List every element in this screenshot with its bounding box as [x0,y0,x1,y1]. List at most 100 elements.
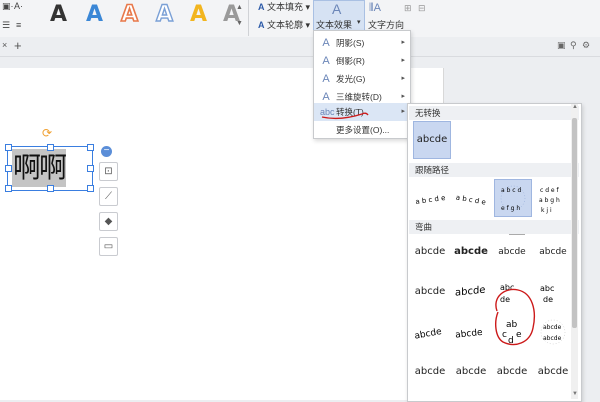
svg-text:e f g h: e f g h [501,205,520,212]
outline-pen-icon[interactable]: ▭ [99,237,118,256]
group-icon[interactable]: ⊟ [418,3,426,14]
svg-text:a b c d e: a b c d e [415,194,446,206]
warp-button-tile[interactable]: abcde abcde [535,314,571,350]
align-icon[interactable]: ⊞ [404,3,412,14]
resize-handle[interactable] [5,165,12,172]
svg-text:abc: abc [540,284,554,293]
document-tab-bar: × + ▣ ⚲ ⚙ [0,37,600,57]
collapse-tools-icon[interactable]: − [101,146,112,157]
submenu-arrow-icon: ▸ [401,57,405,64]
svg-text:de: de [500,295,510,304]
close-tab-icon[interactable]: × [2,40,7,50]
resize-handle[interactable] [5,185,12,192]
layout-option-icon[interactable]: ⊡ [99,162,118,181]
warp-plain-tile[interactable]: abcde [412,234,448,270]
transform-icon: abc [320,107,335,117]
menu-item-glow[interactable]: A 发光(G) ▸ [314,70,410,88]
menu-item-more-settings[interactable]: 更多设置(O)... [314,121,410,139]
transform-none-tile[interactable]: abcde [413,121,451,159]
text-fill-button[interactable]: A 文本填充 ▾ [258,0,310,13]
svg-text:de: de [543,295,553,304]
warp-ring-inside-tile[interactable]: abc de [494,274,530,310]
warp-chevron-down-tile[interactable]: abcde [453,274,489,310]
svg-text:abcde: abcde [455,328,484,341]
path-button-tile[interactable]: c d e f a b g h k j i [535,180,571,216]
style-scroll-down[interactable]: ▼ [236,20,243,27]
search-icon[interactable]: ⚲ [570,40,577,51]
resize-handle[interactable] [5,144,12,151]
ribbon-toolbar: ▣· A· ☰ ≡ A A A A A A ▲ ▼ A 文本填充 ▾ A 文本轮… [0,0,600,38]
transform-gallery: 无转换 abc de 跟随路径 a b c d e a b c d e a b c… [407,103,582,402]
svg-text:c d e f: c d e f [540,187,560,194]
text-direction-icon: ⫴A [369,2,381,14]
settings-icon[interactable]: ⚙ [582,40,590,51]
text-effect-icon: A [332,1,342,17]
warp-row5-tile[interactable] [412,392,448,401]
gallery-scrollbar-thumb[interactable] [572,118,577,328]
menu-item-shadow[interactable]: A 阴影(S) ▸ [314,34,410,52]
svg-text:a b g h: a b g h [539,197,560,204]
warp-circle-tile[interactable]: ab c e d [494,312,530,348]
path-circle-tile[interactable]: a b c d e f g h [494,179,532,217]
section-no-transform: 无转换 [409,106,579,120]
shadow-icon: A [322,37,330,49]
svg-text:abcde: abcde [455,285,485,299]
rotate-handle-icon[interactable]: ⟳ [42,126,52,140]
resize-handle[interactable] [47,185,54,192]
svg-text:abcde: abcde [543,324,562,331]
svg-text:c: c [502,330,507,340]
text-style-light-blue-outline[interactable]: A [155,1,173,28]
glow-icon: A [322,73,330,85]
text-style-black[interactable]: A [50,2,67,28]
text-fill-icon: A [258,2,265,12]
warp-triangle-tile[interactable]: abcde [494,234,530,270]
warp-wave2-tile[interactable]: abcde [453,354,489,390]
text-style-orange-outline[interactable]: A [120,1,139,28]
section-warp: 弯曲 [409,220,579,234]
window-tile-icon[interactable]: ▣ [557,40,566,51]
section-follow-path: 跟随路径 [409,163,579,177]
paragraph-icon[interactable]: ≡ [16,20,21,30]
scroll-up-icon[interactable]: ▲ [572,104,578,110]
shape-edit-icon[interactable]: ⟋ [99,187,118,206]
warp-chevron-up-tile[interactable]: abcde [412,274,448,310]
warp-arch-up-tile[interactable]: abcde [412,314,448,350]
svg-text:ab: ab [506,320,518,330]
text-style-blue[interactable]: A [86,2,103,28]
resize-handle[interactable] [47,144,54,151]
submenu-arrow-icon: ▸ [401,39,405,46]
warp-ring-outside-tile[interactable]: abc de [535,274,571,310]
text-outline-button[interactable]: A 文本轮廓 ▾ [258,18,310,31]
warp-triangle-down-tile[interactable]: abcde [535,234,571,270]
resize-handle[interactable] [87,165,94,172]
text-align-icon[interactable]: ☰ [2,20,10,31]
style-scroll-up[interactable]: ▲ [236,4,243,11]
svg-text:e: e [516,330,522,340]
warp-double-wave-tile[interactable]: abcde [494,354,530,390]
menu-item-transform[interactable]: abc 转换(T) ▸ [314,103,410,121]
warp-arch-down-tile[interactable]: abcde [453,314,489,350]
fill-bucket-icon[interactable]: ◆ [99,212,118,231]
underline-icon[interactable]: ▣· [2,1,14,12]
text-box-content[interactable]: 啊啊 [12,149,67,187]
svg-text:k j i: k j i [541,207,552,214]
submenu-arrow-icon: ▸ [401,108,405,115]
resize-handle[interactable] [87,185,94,192]
scroll-down-icon[interactable]: ▼ [572,391,578,397]
svg-text:a b c d e: a b c d e [455,193,486,206]
text-style-gold[interactable]: A [190,2,207,28]
path-arch-down-tile[interactable]: a b c d e [453,180,489,216]
font-color-icon[interactable]: A· [14,1,23,11]
chevron-down-icon: ▾ [357,19,361,26]
text-box[interactable]: 啊啊 [5,144,94,192]
new-tab-icon[interactable]: + [14,38,22,53]
path-arch-up-tile[interactable]: a b c d e [412,180,448,216]
menu-item-reflection[interactable]: A 倒影(R) ▸ [314,52,410,70]
warp-wave1-tile[interactable]: abcde [412,354,448,390]
warp-double-wave2-tile[interactable]: abcde [535,354,571,390]
text-effect-button[interactable]: A 文本效果 ▾ [313,0,365,32]
svg-text:abcde: abcde [414,327,443,342]
resize-handle[interactable] [87,144,94,151]
warp-stop-tile[interactable]: abcde [453,234,489,270]
svg-text:abc: abc [500,283,514,292]
